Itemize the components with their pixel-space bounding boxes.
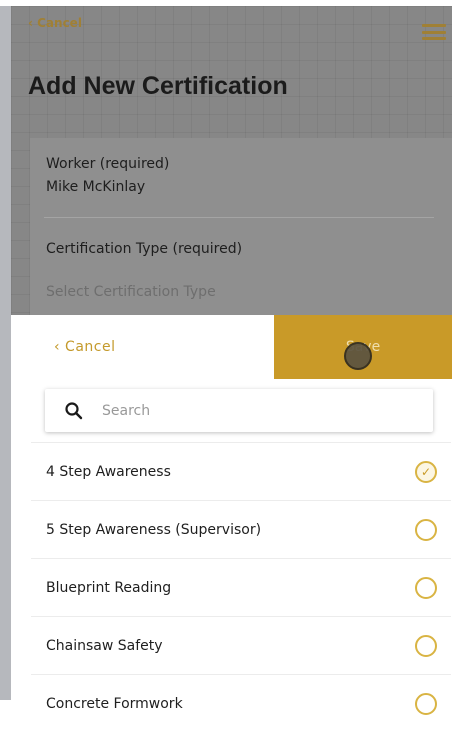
- list-item-label: Blueprint Reading: [46, 579, 172, 596]
- search-box[interactable]: [45, 389, 433, 432]
- form-divider: [44, 217, 434, 218]
- certification-type-label: Certification Type (required): [46, 241, 243, 257]
- radio-circle-icon[interactable]: [415, 634, 437, 657]
- window-frame-left: [0, 0, 11, 700]
- radio-circle-icon[interactable]: [415, 518, 437, 541]
- certification-form-card: Worker (required) Mike McKinlay Certific…: [30, 138, 452, 322]
- list-item-label: 4 Step Awareness: [46, 463, 171, 480]
- sheet-save-button[interactable]: Save: [274, 315, 452, 379]
- list-item-label: Concrete Formwork: [46, 695, 183, 712]
- certification-type-list: 4 Step Awareness ✓ 5 Step Awareness (Sup…: [31, 442, 451, 732]
- list-item-label: Chainsaw Safety: [46, 637, 163, 654]
- hamburger-menu-icon[interactable]: [422, 24, 446, 40]
- window-frame-top: [0, 0, 456, 6]
- background-cancel-link[interactable]: ‹ Cancel: [28, 16, 82, 30]
- window-frame-right: [452, 0, 456, 700]
- worker-value[interactable]: Mike McKinlay: [46, 179, 145, 195]
- radio-circle-icon[interactable]: [415, 576, 437, 599]
- search-icon: [65, 401, 83, 419]
- list-item[interactable]: 4 Step Awareness ✓: [31, 442, 451, 500]
- search-input[interactable]: [100, 401, 404, 420]
- sheet-cancel-button[interactable]: ‹ Cancel: [11, 315, 274, 379]
- list-item-label: 5 Step Awareness (Supervisor): [46, 521, 262, 538]
- list-item[interactable]: 5 Step Awareness (Supervisor): [31, 500, 451, 558]
- background-page: ‹ Cancel Add New Certification Worker (r…: [11, 6, 452, 322]
- certification-type-picker-sheet: ‹ Cancel Save 4 Step Awareness ✓ 5 Step …: [11, 315, 452, 715]
- list-item[interactable]: Chainsaw Safety: [31, 616, 451, 674]
- list-item[interactable]: Blueprint Reading: [31, 558, 451, 616]
- certification-type-select[interactable]: Select Certification Type: [46, 284, 216, 300]
- page-title: Add New Certification: [28, 72, 288, 100]
- worker-label: Worker (required): [46, 156, 170, 172]
- list-item[interactable]: Concrete Formwork: [31, 674, 451, 732]
- check-circle-icon[interactable]: ✓: [415, 460, 437, 483]
- touch-indicator: [344, 342, 372, 370]
- radio-circle-icon[interactable]: [415, 692, 437, 715]
